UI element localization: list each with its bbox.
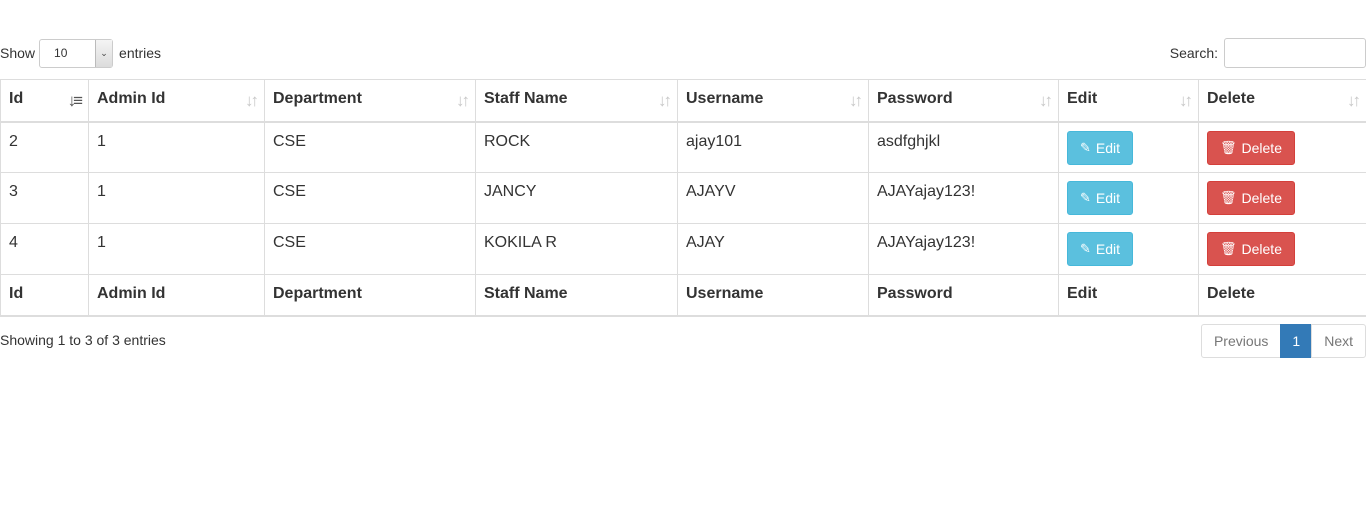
chevron-down-icon: ⌄ (95, 39, 113, 67)
cell-password: AJAYajay123! (868, 223, 1059, 275)
sort-icon: ↓↑ (1039, 91, 1053, 110)
footer-department: Department (264, 274, 476, 317)
table-controls: Show 10 ⌄ entries Search: (0, 38, 1366, 68)
show-label: Show (0, 45, 36, 61)
cell-department: CSE (264, 121, 476, 173)
cell-username: AJAY (677, 223, 869, 275)
footer-admin-id: Admin Id (88, 274, 265, 317)
sort-icon: ↓↑ (849, 91, 863, 110)
trash-icon: 🗑 (1220, 139, 1237, 155)
pagination: Previous 1 Next (1200, 324, 1366, 358)
search-box: Search: (1170, 38, 1366, 68)
page-1-button[interactable]: 1 (1280, 324, 1313, 358)
table-body: 2 1 CSE ROCK ajay101 asdfghjkl ✎ Edit 🗑 De… (0, 121, 1366, 275)
cell-admin-id: 1 (88, 121, 265, 173)
footer-password: Password (868, 274, 1059, 317)
cell-username: ajay101 (677, 121, 869, 173)
cell-department: CSE (264, 223, 476, 275)
search-label: Search: (1169, 45, 1218, 61)
sort-asc-icon: ↓≡ (67, 91, 84, 110)
cell-password: asdfghjkl (868, 121, 1059, 173)
sort-icon: ↓↑ (1347, 91, 1361, 110)
cell-edit: ✎ Edit (1058, 121, 1199, 173)
cell-id: 4 (0, 223, 89, 275)
cell-staff-name: ROCK (475, 121, 678, 173)
footer-staff-name: Staff Name (475, 274, 678, 317)
cell-username: AJAYV (677, 172, 869, 224)
sort-icon: ↓↑ (658, 91, 672, 110)
cell-staff-name: JANCY (475, 172, 678, 224)
previous-button[interactable]: Previous (1200, 324, 1282, 358)
edit-button[interactable]: ✎ Edit (1067, 232, 1134, 266)
footer-edit: Edit (1058, 274, 1199, 317)
edit-button[interactable]: ✎ Edit (1067, 130, 1134, 165)
edit-icon: ✎ (1080, 139, 1091, 155)
length-menu: Show 10 ⌄ entries (0, 38, 161, 68)
column-header-username[interactable]: Username ↓↑ (677, 79, 869, 123)
delete-button[interactable]: 🗑 Delete (1207, 232, 1295, 266)
sort-icon: ↓↑ (245, 91, 259, 110)
entries-label: entries (119, 45, 162, 61)
column-header-id[interactable]: Id ↓≡ (0, 79, 89, 123)
cell-department: CSE (264, 172, 476, 224)
edit-icon: ✎ (1080, 241, 1091, 256)
entries-select[interactable]: 10 ⌄ (39, 38, 114, 68)
column-header-admin-id[interactable]: Admin Id ↓↑ (88, 79, 265, 123)
sort-icon: ↓↑ (456, 91, 470, 110)
staff-table: Id ↓≡ Admin Id ↓↑ Department ↓↑ Staff Name ↓… (0, 79, 1366, 317)
search-input[interactable] (1224, 38, 1366, 68)
entries-select-value: 10 (54, 46, 68, 60)
cell-staff-name: KOKILA R (475, 223, 678, 275)
cell-id: 3 (0, 172, 89, 224)
table-row: 2 1 CSE ROCK ajay101 asdfghjkl ✎ Edit 🗑 De… (0, 121, 1366, 173)
delete-button[interactable]: 🗑 Delete (1207, 181, 1295, 215)
trash-icon: 🗑 (1220, 241, 1237, 256)
footer-delete: Delete (1198, 274, 1366, 317)
footer-username: Username (677, 274, 869, 317)
column-header-delete[interactable]: Delete ↓↑ (1198, 79, 1366, 123)
delete-button[interactable]: 🗑 Delete (1207, 130, 1295, 165)
cell-id: 2 (0, 121, 89, 173)
sort-icon: ↓↑ (1179, 91, 1193, 110)
table-info: Showing 1 to 3 of 3 entries (0, 332, 166, 348)
cell-password: AJAYajay123! (868, 172, 1059, 224)
column-header-department[interactable]: Department ↓↑ (264, 79, 476, 123)
cell-edit: ✎ Edit (1058, 172, 1199, 224)
column-header-staff-name[interactable]: Staff Name ↓↑ (475, 79, 678, 123)
table-row: 3 1 CSE JANCY AJAYV AJAYajay123! ✎ Edit 🗑… (0, 172, 1366, 224)
table-row: 4 1 CSE KOKILA R AJAY AJAYajay123! ✎ Edit… (0, 223, 1366, 275)
cell-admin-id: 1 (88, 172, 265, 224)
cell-delete: 🗑 Delete (1198, 223, 1366, 275)
column-header-edit[interactable]: Edit ↓↑ (1058, 79, 1199, 123)
table-footer: Id Admin Id Department Staff Name Userna… (0, 274, 1366, 317)
edit-button[interactable]: ✎ Edit (1067, 181, 1134, 215)
trash-icon: 🗑 (1220, 190, 1237, 205)
next-button[interactable]: Next (1311, 324, 1366, 358)
cell-admin-id: 1 (88, 223, 265, 275)
cell-delete: 🗑 Delete (1198, 121, 1366, 173)
cell-delete: 🗑 Delete (1198, 172, 1366, 224)
footer-id: Id (0, 274, 89, 317)
table-header: Id ↓≡ Admin Id ↓↑ Department ↓↑ Staff Name ↓… (0, 79, 1366, 123)
edit-icon: ✎ (1080, 190, 1091, 205)
column-header-password[interactable]: Password ↓↑ (868, 79, 1059, 123)
cell-edit: ✎ Edit (1058, 223, 1199, 275)
